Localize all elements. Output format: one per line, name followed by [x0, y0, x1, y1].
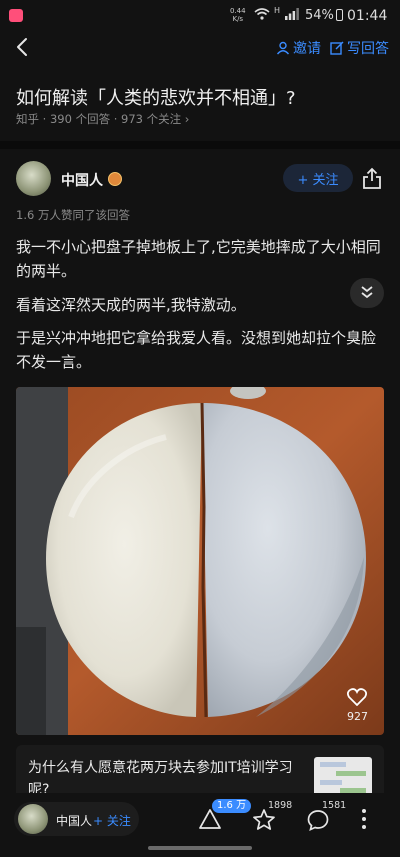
wifi-icon — [254, 8, 270, 20]
author-avatar[interactable] — [16, 161, 51, 196]
battery-percent: 54% — [305, 8, 334, 23]
answer-paragraph: 看着这浑然天成的两半,我特激动。 — [16, 296, 246, 314]
answer-paragraph: 我一不小心把盘子掉地板上了,它完美地摔成了大小相同的两半。 — [16, 238, 381, 280]
invite-button[interactable]: 邀请 — [276, 38, 321, 58]
author-name[interactable]: 中国人 — [61, 170, 103, 190]
edit-icon — [330, 41, 344, 55]
back-arrow-icon[interactable] — [14, 37, 30, 57]
star-icon[interactable] — [252, 808, 276, 832]
share-icon[interactable] — [362, 167, 382, 189]
more-vertical-icon[interactable] — [360, 808, 368, 830]
heart-icon[interactable] — [347, 688, 367, 706]
battery-icon — [336, 9, 343, 21]
bottom-author-avatar[interactable] — [18, 804, 48, 834]
upvote-summary: 1.6 万人赞同了该回答 — [16, 208, 130, 222]
recommendation-thumbnail[interactable] — [314, 757, 372, 797]
invite-label: 邀请 — [293, 41, 321, 57]
author-badge-icon — [108, 172, 122, 186]
home-indicator[interactable] — [148, 846, 252, 850]
network-type-label: H — [274, 6, 281, 15]
favorites-count: 1898 — [268, 800, 293, 811]
upvote-count-badge: 1.6 万 — [212, 799, 252, 813]
chat-screenshot-thumbnail — [320, 762, 366, 793]
image-like-count: 927 — [347, 710, 368, 723]
app-notification-icon — [9, 9, 23, 22]
question-title[interactable]: 如何解读「人类的悲欢并不相通」? — [16, 84, 386, 110]
question-meta[interactable]: 知乎 · 390 个回答 · 973 个关注 › — [16, 111, 189, 127]
double-chevron-down-icon — [361, 286, 373, 299]
write-answer-label: 写回答 — [347, 41, 389, 57]
bottom-author-name[interactable]: 中国人 — [56, 812, 92, 829]
status-bar: 0.44 K/s H 54% 01:44 — [0, 0, 400, 32]
section-divider — [0, 141, 400, 149]
clock: 01:44 — [347, 8, 388, 24]
collapse-answer-button[interactable] — [350, 278, 384, 308]
answer-paragraph: 于是兴冲冲地把它拿给我爱人看。没想到她却拉个臭脸不发一言。 — [16, 329, 377, 371]
signal-icon — [285, 8, 299, 20]
network-speed: 0.44 K/s — [230, 7, 246, 23]
comment-icon[interactable] — [306, 808, 330, 832]
bottom-follow-button[interactable]: + 关注 — [93, 812, 131, 829]
answer-image-broken-plate[interactable] — [16, 387, 384, 735]
comments-count: 1581 — [322, 800, 347, 811]
person-icon — [276, 41, 290, 55]
follow-button[interactable]: + 关注 — [283, 164, 353, 192]
write-answer-button[interactable]: 写回答 — [330, 38, 389, 58]
